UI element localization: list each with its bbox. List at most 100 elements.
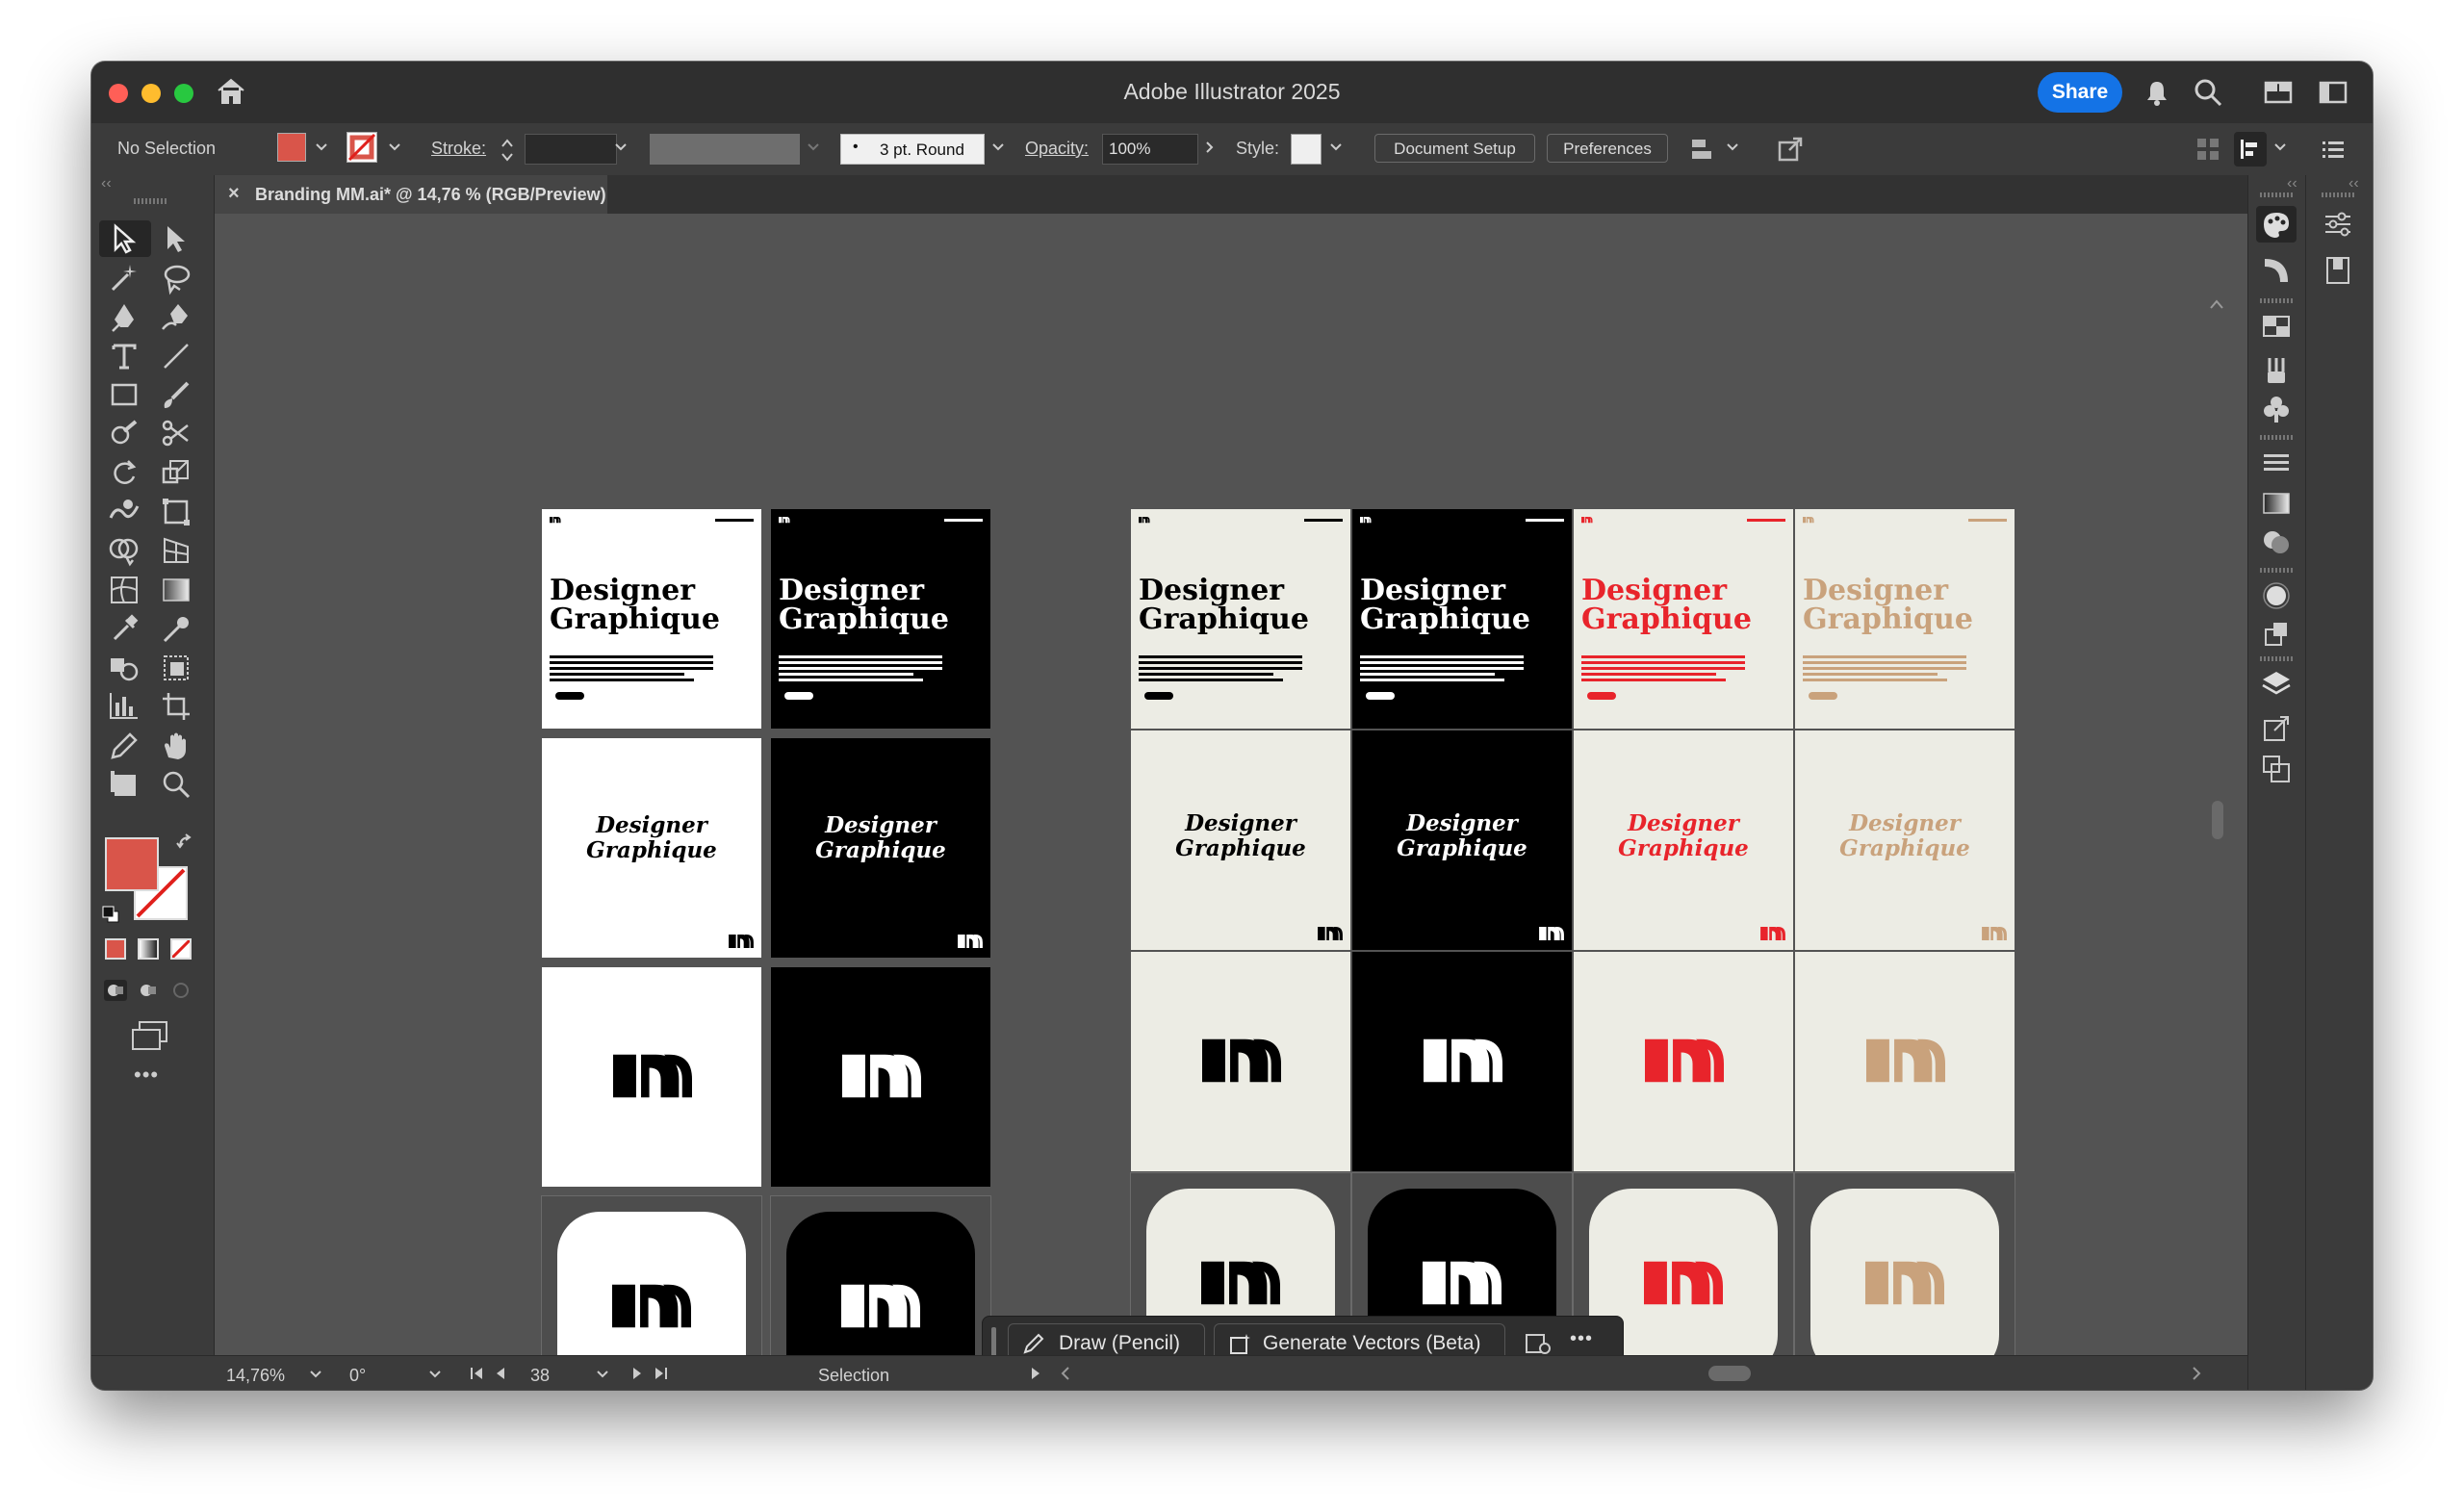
paintbrush-tool-icon[interactable]	[159, 377, 193, 412]
artboards-panel-icon[interactable]	[2260, 753, 2293, 785]
arrange-documents-icon[interactable]	[2195, 137, 2220, 162]
draw-behind-icon[interactable]	[136, 979, 161, 1002]
workspace-switcher-icon[interactable]	[2263, 77, 2294, 108]
variable-width-profile[interactable]	[650, 134, 800, 165]
graphic-style-swatch[interactable]	[1291, 134, 1322, 165]
stroke-panel-icon[interactable]	[2260, 447, 2293, 479]
scroll-right-icon[interactable]	[2190, 1366, 2203, 1381]
draw-normal-icon[interactable]	[103, 979, 128, 1002]
artboard-wordmark-black[interactable]: Designer Graphique	[771, 738, 990, 958]
chevron-right-icon[interactable]	[1203, 141, 1217, 154]
menu-list-icon[interactable]	[2321, 137, 2346, 162]
selection-tool-icon[interactable]	[107, 221, 141, 256]
magic-wand-tool-icon[interactable]	[107, 261, 141, 295]
screen-mode-icon[interactable]	[130, 1020, 170, 1051]
panel-grip[interactable]	[2260, 298, 2293, 303]
direct-selection-tool-icon[interactable]	[159, 221, 193, 256]
preferences-button[interactable]: Preferences	[1547, 134, 1668, 163]
artboard-wordmark-tan[interactable]: Designer Graphique	[1795, 730, 2015, 950]
canvas-area[interactable]: Designer Graphique Designer Graphique Desi…	[215, 214, 2247, 1355]
draw-inside-icon[interactable]	[168, 979, 193, 1002]
artboard-wordmark-white[interactable]: Designer Graphique	[542, 738, 761, 958]
chevron-down-icon[interactable]	[596, 1368, 609, 1381]
artboard-wordmark-black-2[interactable]: Designer Graphique	[1352, 730, 1572, 950]
artboard-poster-cream[interactable]: Designer Graphique	[1131, 509, 1350, 729]
document-tab[interactable]: × Branding MM.ai* @ 14,76 % (RGB/Preview…	[215, 175, 607, 214]
artboard-logo-black-2[interactable]	[1352, 952, 1572, 1171]
graphic-styles-icon[interactable]	[2260, 618, 2293, 651]
chevron-down-icon[interactable]	[309, 1368, 322, 1381]
stroke-weight-field[interactable]	[525, 134, 617, 165]
rectangle-tool-icon[interactable]	[107, 377, 141, 412]
fill-color-swatch[interactable]	[277, 133, 306, 162]
artboard-tool-icon[interactable]	[159, 689, 193, 724]
type-tool-icon[interactable]	[107, 339, 141, 373]
pencil-tool-icon[interactable]	[107, 729, 141, 763]
live-paint-tool-icon[interactable]	[107, 651, 141, 685]
shaper-tool-icon[interactable]	[107, 416, 141, 450]
opacity-field[interactable]: 100%	[1102, 134, 1198, 165]
scroll-up-icon[interactable]	[2209, 298, 2224, 310]
collapse-panel-icon[interactable]: ‹‹	[101, 175, 112, 192]
none-mode-button[interactable]	[170, 938, 192, 960]
color-panel-icon[interactable]	[2260, 208, 2293, 241]
scale-tool-icon[interactable]	[159, 455, 193, 490]
lasso-tool-icon[interactable]	[159, 261, 193, 295]
properties-panel-icon[interactable]	[2322, 208, 2354, 241]
artboard-poster-tan[interactable]: Designer Graphique	[1795, 509, 2015, 729]
collapse-dock-icon[interactable]: ‹‹	[2287, 175, 2297, 192]
align-toggle-button[interactable]	[2234, 132, 2267, 167]
share-button[interactable]: Share	[2038, 72, 2122, 113]
gradient-panel-icon[interactable]	[2260, 487, 2293, 520]
panel-toggle-icon[interactable]	[2318, 77, 2348, 108]
artboard-poster-black[interactable]: Designer Graphique	[771, 509, 990, 729]
chevron-down-icon[interactable]	[614, 141, 628, 154]
artboard-app-icon-black[interactable]	[770, 1195, 991, 1355]
stroke-color-swatch[interactable]	[346, 132, 377, 163]
appearance-panel-icon[interactable]	[2260, 579, 2293, 612]
align-panel-icon[interactable]	[1689, 136, 1718, 163]
brush-definition-field[interactable]: • 3 pt. Round	[840, 134, 985, 165]
shape-builder-tool-icon[interactable]	[107, 533, 141, 568]
artboard-app-icon-tan[interactable]	[1794, 1172, 2015, 1355]
rotation-value[interactable]: 0°	[349, 1366, 366, 1386]
fill-color-box[interactable]	[105, 837, 159, 891]
chevron-down-icon[interactable]	[1329, 141, 1343, 154]
artboard-number[interactable]: 38	[530, 1366, 550, 1386]
libraries-panel-icon[interactable]	[2322, 254, 2354, 287]
next-artboard-icon[interactable]	[630, 1366, 644, 1381]
image-settings-icon[interactable]	[1525, 1331, 1552, 1356]
symbols-panel-icon[interactable]	[2260, 393, 2293, 425]
curvature-tool-icon[interactable]	[159, 300, 193, 335]
line-segment-tool-icon[interactable]	[159, 339, 193, 373]
print-tiling-tool-icon[interactable]	[107, 767, 141, 802]
artboard-logo-white[interactable]	[542, 967, 761, 1187]
swatches-panel-icon[interactable]	[2260, 310, 2293, 343]
horizontal-scroll-thumb[interactable]	[1708, 1366, 1751, 1381]
panel-grip[interactable]	[2260, 568, 2293, 573]
artboard-logo-cream[interactable]	[1131, 952, 1350, 1171]
chevron-down-icon[interactable]	[991, 141, 1005, 154]
eyedropper-tool-icon[interactable]	[159, 612, 193, 647]
swap-colors-icon[interactable]	[176, 833, 195, 853]
collapse-dock-icon[interactable]: ‹‹	[2348, 175, 2359, 192]
panel-grip[interactable]	[2260, 435, 2293, 440]
panel-grip[interactable]	[2260, 656, 2293, 661]
gradient-tool-icon[interactable]	[159, 573, 193, 607]
vertical-scroll-thumb[interactable]	[2212, 801, 2223, 839]
close-tab-icon[interactable]: ×	[228, 183, 240, 205]
layers-panel-icon[interactable]	[2260, 668, 2293, 701]
gradient-mode-button[interactable]	[138, 938, 159, 960]
more-tools-icon[interactable]: •••	[134, 1063, 159, 1088]
warp-tool-icon[interactable]	[107, 495, 141, 529]
stroke-stepper-icon[interactable]	[500, 136, 515, 165]
export-icon[interactable]	[1776, 135, 1805, 164]
scissors-tool-icon[interactable]	[159, 416, 193, 450]
artboard-wordmark-cream[interactable]: Designer Graphique	[1131, 730, 1350, 950]
artboard-logo-red[interactable]	[1574, 952, 1793, 1171]
chevron-down-icon[interactable]	[807, 141, 820, 154]
perspective-grid-tool-icon[interactable]	[159, 533, 193, 568]
artboard-logo-tan[interactable]	[1795, 952, 2015, 1171]
opacity-label[interactable]: Opacity:	[1025, 139, 1089, 159]
eyedropper-alt-tool-icon[interactable]	[107, 612, 141, 647]
